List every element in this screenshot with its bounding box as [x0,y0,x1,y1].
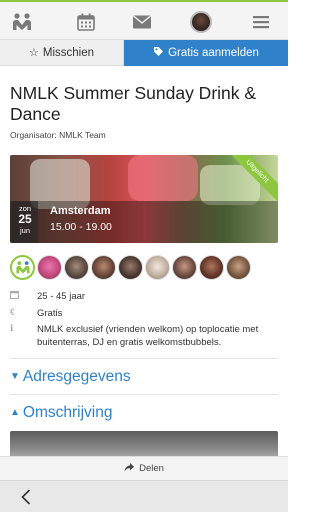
age-row: 25 - 45 jaar [10,290,280,304]
attendee-avatar[interactable] [64,255,89,280]
maybe-label: Misschien [42,46,94,59]
top-nav-bar [0,0,288,40]
maybe-button[interactable]: ☆ Misschien [0,40,124,66]
event-organizer[interactable]: Organisator: NMLK Team [10,130,106,140]
short-description: NMLK exclusief (vrienden welkom) op topl… [37,324,259,348]
attendee-avatar[interactable] [91,255,116,280]
description-section-toggle[interactable]: ▲ Omschrijving [10,404,112,422]
event-time: 15.00 - 19.00 [50,221,112,233]
info-icon: ℹ [10,323,14,333]
star-icon: ☆ [28,47,39,59]
description-section-label: Omschrijving [22,404,113,421]
attendee-avatar[interactable] [199,255,224,280]
price: Gratis [37,308,63,319]
address-section-label: Adresgegevens [22,368,131,385]
tag-icon [153,46,164,60]
profile-avatar[interactable] [187,8,215,36]
event-hero-image: zon 25 jun Amsterdam 15.00 - 19.00 Uitge… [10,155,278,243]
action-tabs: ☆ Misschien Gratis aanmelden [0,40,288,66]
calendar-small-icon [10,290,24,301]
price-row: € Gratis [10,307,280,321]
attendee-avatar[interactable] [37,255,62,280]
hero-glass [128,155,198,201]
event-date-badge: zon 25 jun [12,201,38,243]
caret-down-icon: ▼ [10,371,20,382]
divider [10,394,278,395]
back-icon[interactable] [16,487,36,507]
attendee-avatar[interactable] [145,255,170,280]
attendee-list [10,255,253,281]
description-row: ℹ NMLK exclusief (vrienden welkom) op to… [10,323,282,353]
mail-icon[interactable] [128,8,156,36]
system-nav-bar [0,480,288,512]
event-title: NMLK Summer Sunday Drink & Dance [10,83,257,124]
address-section-toggle[interactable]: ▼ Adresgegevens [10,368,131,386]
age-range: 25 - 45 jaar [37,291,86,302]
share-label: Delen [139,463,164,474]
description-photo [10,431,278,456]
share-icon [124,463,135,474]
calendar-icon[interactable] [72,8,100,36]
organizer-logo-avatar[interactable] [10,255,35,280]
menu-icon[interactable] [247,8,275,36]
event-city: Amsterdam [50,205,111,217]
join-free-label: Gratis aanmelden [168,47,259,59]
attendee-avatar[interactable] [172,255,197,280]
avatar [190,11,212,33]
event-day: 25 [18,212,32,226]
euro-icon: € [10,307,16,317]
attendee-avatar[interactable] [118,255,143,280]
share-button[interactable]: Delen [0,456,288,480]
group-icon[interactable] [8,8,36,36]
join-free-button[interactable]: Gratis aanmelden [124,40,288,66]
attendee-avatar[interactable] [226,255,251,280]
event-month: jun [19,226,30,235]
event-content[interactable]: NMLK Summer Sunday Drink & Dance Organis… [0,66,288,456]
caret-up-icon: ▲ [10,407,20,418]
divider [10,358,278,359]
